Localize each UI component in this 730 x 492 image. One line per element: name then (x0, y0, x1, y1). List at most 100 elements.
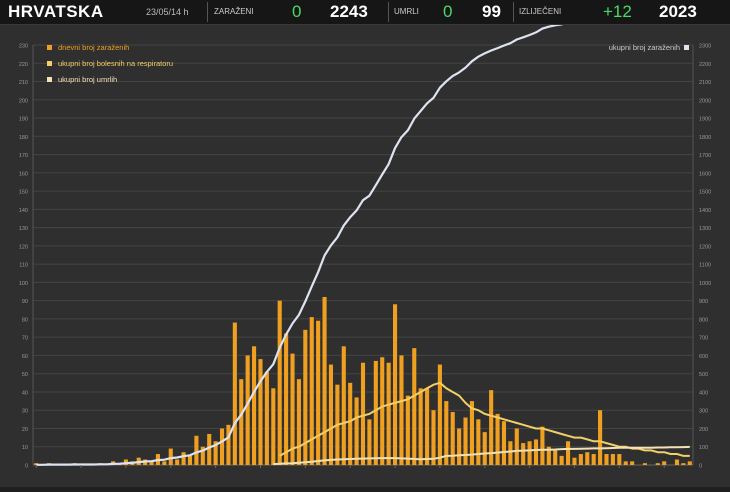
right-tick-label: 600 (699, 354, 708, 360)
infected-label: ZARAŽENI (214, 7, 254, 16)
daily-cases-bar (476, 419, 481, 465)
daily-cases-bar (373, 360, 378, 465)
right-tick-label: 1900 (699, 117, 711, 123)
daily-cases-bar (617, 454, 622, 465)
left-tick-label: 130 (19, 226, 28, 232)
left-tick-label: 0 (25, 464, 28, 470)
daily-cases-bar (425, 388, 430, 465)
legend-label: ukupni broj bolesnih na respiratoru (58, 59, 173, 68)
daily-cases-bar (392, 304, 398, 465)
daily-cases-bar (271, 388, 276, 465)
daily-cases-bar (354, 397, 359, 465)
legend-swatch (684, 45, 689, 50)
left-tick-label: 30 (22, 409, 28, 415)
daily-cases-bar (405, 395, 410, 465)
daily-cases-bar (162, 461, 167, 465)
left-tick-label: 200 (19, 98, 28, 104)
right-tick-label: 500 (699, 372, 708, 378)
daily-cases-bar (360, 362, 366, 465)
right-tick-label: 900 (699, 299, 708, 305)
divider (513, 2, 514, 22)
daily-cases-bar (482, 432, 487, 465)
daily-cases-bar (598, 410, 603, 465)
daily-cases-bar (348, 382, 353, 465)
daily-cases-bar (226, 424, 231, 465)
daily-cases-bar (194, 435, 199, 465)
infected-total: 2243 (330, 2, 368, 21)
daily-cases-bar (207, 433, 212, 465)
left-tick-label: 40 (22, 390, 28, 396)
daily-cases-bar (559, 455, 564, 465)
daily-cases-bar (386, 362, 391, 465)
recovered-label: IZLIJEČENI (519, 7, 562, 16)
left-tick-label: 20 (22, 427, 28, 433)
daily-cases-bar (328, 364, 334, 465)
daily-cases-bar (533, 439, 539, 465)
divider (207, 2, 208, 22)
daily-cases-bar (418, 388, 423, 465)
left-tick-label: 120 (19, 244, 28, 250)
daily-cases-bar (277, 300, 282, 465)
left-tick-label: 170 (19, 153, 28, 159)
daily-cases-bar (527, 441, 532, 465)
right-tick-label: 1100 (699, 263, 711, 269)
right-tick-label: 1600 (699, 171, 711, 177)
daily-cases-bar (341, 346, 346, 465)
left-tick-label: 100 (19, 281, 28, 287)
daily-cases-bar (316, 320, 321, 465)
daily-cases-bar (296, 379, 301, 465)
recovered-total: 2023 (659, 2, 697, 21)
daily-cases-bar (514, 428, 519, 465)
right-tick-label: 300 (699, 409, 708, 415)
daily-cases-bar (187, 455, 193, 465)
left-tick-label: 70 (22, 336, 28, 342)
daily-cases-bar (437, 364, 442, 465)
right-tick-label: 2300 (699, 44, 711, 50)
infected-delta: 0 (292, 2, 302, 21)
daily-cases-bar (175, 459, 180, 465)
daily-cases-bar (168, 448, 173, 465)
right-tick-label: 800 (699, 317, 708, 323)
right-tick-label: 700 (699, 336, 708, 342)
daily-cases-bar (662, 461, 667, 465)
daily-cases-bar (521, 443, 526, 465)
left-tick-label: 140 (19, 208, 28, 214)
left-tick-label: 80 (22, 317, 28, 323)
daily-cases-bar (284, 333, 289, 465)
daily-cases-bar (258, 359, 263, 465)
died-total: 99 (482, 2, 501, 21)
daily-cases-bar (578, 454, 583, 465)
covid-chart: 0 10 20 30 40 50 60 70 80 90 100 110 120 130 140 150 160… (19, 5, 711, 470)
daily-cases-bar (457, 428, 462, 465)
daily-cases-bar (585, 452, 590, 465)
legend-swatch (47, 77, 52, 82)
daily-cases-bar (463, 417, 468, 465)
daily-cases-bar (495, 413, 500, 465)
daily-cases-bar (399, 355, 404, 465)
legend-label: ukupni broj umrlih (58, 75, 117, 84)
right-tick-label: 1500 (699, 190, 711, 196)
daily-cases-bar (655, 463, 660, 465)
daily-cases-bar (591, 454, 596, 465)
daily-cases-bar (687, 461, 692, 465)
died-label: UMRLI (394, 7, 419, 16)
stats-header: HRVATSKA 23/05/14 h ZARAŽENI 0 2243 UMRL… (0, 0, 730, 25)
daily-cases-bar (450, 412, 455, 465)
died-delta: 0 (443, 2, 453, 21)
daily-cases-bar (501, 421, 507, 465)
daily-cases-bar (681, 463, 686, 465)
daily-cases-bar (322, 297, 327, 465)
right-tick-label: 1200 (699, 244, 711, 250)
daily-cases-bar (245, 355, 250, 465)
recovered-delta: +12 (603, 2, 632, 21)
divider (388, 2, 389, 22)
legend-label: ukupni broj zaraženih (609, 43, 680, 52)
left-tick-label: 50 (22, 372, 28, 378)
left-tick-label: 150 (19, 190, 28, 196)
right-tick-label: 400 (699, 390, 708, 396)
right-tick-label: 1800 (699, 135, 711, 141)
chart-area: 0 10 20 30 40 50 60 70 80 90 100 110 120 130 140 150 160… (0, 5, 730, 487)
left-tick-label: 190 (19, 117, 28, 123)
daily-cases-bar (232, 322, 237, 465)
right-tick-label: 0 (699, 464, 702, 470)
